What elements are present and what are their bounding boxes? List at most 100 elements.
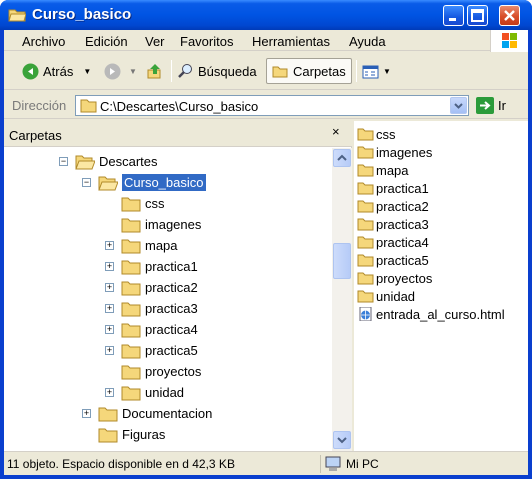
file-item[interactable]: css [357, 125, 396, 143]
address-label: Dirección [12, 98, 67, 113]
collapse-icon[interactable]: − [59, 157, 68, 166]
tree-item[interactable]: − Curso_basico [82, 172, 206, 193]
search-label: Búsqueda [198, 63, 257, 79]
tree-item[interactable]: + practica2 [105, 277, 198, 298]
vertical-scrollbar[interactable] [332, 148, 352, 451]
folder-icon [121, 281, 141, 295]
chevron-down-icon [337, 437, 347, 444]
file-item-label: entrada_al_curso.html [376, 306, 505, 322]
tree-item[interactable]: Figuras [98, 424, 165, 445]
up-folder-button[interactable] [146, 58, 167, 84]
address-dropdown-button[interactable] [450, 97, 467, 114]
tree-item[interactable]: + mapa [105, 235, 178, 256]
folders-button[interactable]: Carpetas [266, 58, 352, 84]
search-button[interactable]: Búsqueda [177, 58, 257, 84]
tree-item[interactable]: imagenes [121, 214, 201, 235]
chevron-down-icon [454, 103, 463, 109]
address-input[interactable]: C:\Descartes\Curso_basico [75, 95, 469, 116]
tree-item[interactable]: + practica3 [105, 298, 198, 319]
tree-item-label: practica4 [145, 322, 198, 337]
address-value: C:\Descartes\Curso_basico [100, 99, 259, 114]
file-item[interactable]: practica2 [357, 197, 429, 215]
folder-icon [357, 236, 374, 249]
tree-item[interactable]: + Documentacion [82, 403, 212, 424]
folder-icon [121, 239, 141, 253]
file-item[interactable]: practica1 [357, 179, 429, 197]
tree-item[interactable]: + practica4 [105, 319, 198, 340]
file-item[interactable]: mapa [357, 161, 409, 179]
expand-icon[interactable]: + [105, 283, 114, 292]
file-item-label: practica4 [376, 234, 429, 250]
views-button[interactable]: ▼ [362, 58, 391, 84]
file-item-label: practica1 [376, 180, 429, 196]
expand-icon[interactable]: + [82, 409, 91, 418]
tree-item-label: Curso_basico [122, 174, 206, 191]
expand-icon[interactable]: + [105, 262, 114, 271]
forward-dropdown-icon[interactable]: ▼ [129, 67, 137, 76]
file-item[interactable]: imagenes [357, 143, 432, 161]
menu-archivo[interactable]: Archivo [22, 34, 65, 49]
menu-ver[interactable]: Ver [145, 34, 165, 49]
file-item-label: proyectos [376, 270, 433, 286]
expand-icon[interactable]: + [105, 388, 114, 397]
tree-item[interactable]: css [121, 193, 165, 214]
tree-item[interactable]: + practica1 [105, 256, 198, 277]
forward-arrow-icon [104, 63, 121, 79]
folder-icon [121, 365, 141, 379]
go-label: Ir [498, 98, 506, 113]
scroll-thumb[interactable] [333, 243, 351, 279]
file-item-label: practica3 [376, 216, 429, 232]
menu-favoritos[interactable]: Favoritos [180, 34, 233, 49]
file-list: css imagenes mapa practica1 practica2 practic… [354, 121, 528, 451]
collapse-icon[interactable]: − [82, 178, 91, 187]
go-arrow-icon [476, 97, 494, 114]
title-bar[interactable]: Curso_basico [0, 0, 532, 30]
file-item[interactable]: proyectos [357, 269, 432, 287]
back-dropdown-icon[interactable]: ▼ [83, 67, 91, 76]
folder-tree: − Descartes − Curso_basico css imagenes + mapa +… [4, 148, 332, 451]
file-item[interactable]: entrada_al_curso.html [357, 305, 505, 323]
scroll-up-button[interactable] [333, 149, 351, 167]
tree-item-label: css [145, 196, 165, 211]
go-button[interactable]: Ir [476, 97, 506, 114]
folder-icon [357, 128, 374, 141]
explorer-window: Curso_basico Archivo Edición Ver Favorit… [0, 0, 532, 479]
maximize-icon [471, 9, 484, 22]
window-title: Curso_basico [32, 6, 132, 23]
tree-item[interactable]: − Descartes [59, 151, 158, 172]
expand-icon[interactable]: + [105, 241, 114, 250]
file-item-label: practica5 [376, 252, 429, 268]
expand-icon[interactable]: + [105, 346, 114, 355]
file-item[interactable]: practica5 [357, 251, 429, 269]
file-item[interactable]: practica3 [357, 215, 429, 233]
menu-herramientas[interactable]: Herramientas [252, 34, 330, 49]
minimize-button[interactable] [443, 5, 464, 26]
views-icon [362, 65, 379, 78]
views-dropdown-icon: ▼ [383, 66, 391, 76]
folder-icon [357, 290, 374, 303]
tree-item-label: practica3 [145, 301, 198, 316]
close-pane-icon[interactable]: × [332, 124, 340, 139]
tree-item[interactable]: proyectos [121, 361, 201, 382]
file-item[interactable]: practica4 [357, 233, 429, 251]
close-button[interactable] [499, 5, 520, 26]
folder-icon [357, 200, 374, 213]
menu-edicion[interactable]: Edición [85, 34, 128, 49]
folder-icon [80, 99, 97, 113]
menu-bar: Archivo Edición Ver Favoritos Herramient… [4, 30, 528, 52]
file-item[interactable]: unidad [357, 287, 415, 305]
windows-logo [490, 30, 528, 52]
tree-item[interactable]: + practica5 [105, 340, 198, 361]
tree-item-label: practica2 [145, 280, 198, 295]
tree-item-label: imagenes [145, 217, 202, 232]
maximize-button[interactable] [467, 5, 488, 26]
scroll-down-button[interactable] [333, 431, 351, 449]
folder-icon [357, 182, 374, 195]
forward-button[interactable]: ▼ [104, 58, 137, 84]
expand-icon[interactable]: + [105, 325, 114, 334]
menu-ayuda[interactable]: Ayuda [349, 34, 386, 49]
tree-item[interactable]: + unidad [105, 382, 184, 403]
back-button[interactable]: Atrás ▼ [22, 58, 91, 84]
file-item-label: unidad [376, 288, 416, 304]
expand-icon[interactable]: + [105, 304, 114, 313]
